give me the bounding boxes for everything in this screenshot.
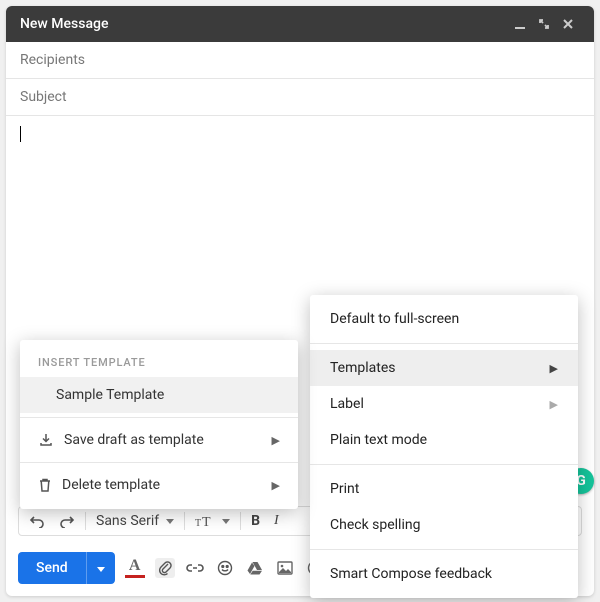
italic-button[interactable]: I xyxy=(270,511,283,531)
templates-submenu: INSERT TEMPLATE Sample Template Save dra… xyxy=(20,340,298,509)
submenu-label: Delete template xyxy=(62,477,160,493)
subject-field[interactable]: Subject xyxy=(6,79,594,116)
chevron-right-icon: ▶ xyxy=(272,434,280,447)
submenu-item-sample-template[interactable]: Sample Template xyxy=(20,377,298,413)
chevron-down-icon xyxy=(166,519,174,524)
insert-image-button[interactable] xyxy=(275,558,295,578)
download-icon xyxy=(38,432,54,448)
menu-item-templates[interactable]: Templates ▶ xyxy=(310,350,578,386)
recipients-field[interactable]: Recipients xyxy=(6,42,594,79)
recipients-placeholder: Recipients xyxy=(20,52,85,68)
menu-label: Default to full-screen xyxy=(330,311,459,327)
font-size-button[interactable]: TT xyxy=(191,511,234,531)
submenu-item-save-draft[interactable]: Save draft as template ▶ xyxy=(20,422,298,458)
subject-placeholder: Subject xyxy=(20,89,67,105)
titlebar: New Message xyxy=(6,6,594,42)
insert-link-button[interactable] xyxy=(185,558,205,578)
menu-label: Templates xyxy=(330,360,396,376)
menu-label: Smart Compose feedback xyxy=(330,566,492,582)
menu-label: Plain text mode xyxy=(330,432,427,448)
fullscreen-icon[interactable] xyxy=(532,18,556,30)
send-label: Send xyxy=(18,552,86,584)
formatting-button[interactable]: A xyxy=(125,558,145,578)
window-title: New Message xyxy=(20,16,108,32)
chevron-down-icon xyxy=(222,519,230,524)
redo-button[interactable] xyxy=(55,512,79,530)
menu-item-print[interactable]: Print xyxy=(310,471,578,507)
emoji-button[interactable] xyxy=(215,558,235,578)
text-cursor xyxy=(20,126,21,142)
font-dropdown[interactable]: Sans Serif xyxy=(92,511,178,531)
menu-item-smart-compose[interactable]: Smart Compose feedback xyxy=(310,556,578,592)
close-icon[interactable] xyxy=(556,18,580,30)
send-button[interactable]: Send xyxy=(18,552,115,584)
menu-item-plain-text[interactable]: Plain text mode xyxy=(310,422,578,458)
attach-file-button[interactable] xyxy=(155,558,175,578)
undo-button[interactable] xyxy=(25,512,49,530)
menu-label: Print xyxy=(330,481,359,497)
chevron-right-icon: ▶ xyxy=(550,362,558,375)
menu-label: Label xyxy=(330,396,364,412)
chevron-right-icon: ▶ xyxy=(550,398,558,411)
font-name: Sans Serif xyxy=(96,513,159,529)
menu-item-label[interactable]: Label ▶ xyxy=(310,386,578,422)
svg-text:T: T xyxy=(195,518,201,529)
minimize-icon[interactable] xyxy=(508,18,532,30)
submenu-item-delete-template[interactable]: Delete template ▶ xyxy=(20,467,298,503)
send-options-dropdown[interactable] xyxy=(86,552,115,584)
chevron-down-icon xyxy=(97,567,105,572)
svg-text:T: T xyxy=(202,515,211,529)
menu-item-check-spelling[interactable]: Check spelling xyxy=(310,507,578,543)
bold-button[interactable]: B xyxy=(247,511,264,531)
submenu-header: INSERT TEMPLATE xyxy=(20,346,298,377)
submenu-label: Save draft as template xyxy=(64,432,204,448)
drive-button[interactable] xyxy=(245,558,265,578)
submenu-label: Sample Template xyxy=(56,387,164,403)
menu-label: Check spelling xyxy=(330,517,420,533)
more-options-menu: Default to full-screen Templates ▶ Label… xyxy=(310,295,578,598)
menu-item-default-fullscreen[interactable]: Default to full-screen xyxy=(310,301,578,337)
chevron-right-icon: ▶ xyxy=(272,479,280,492)
trash-icon xyxy=(38,477,52,493)
